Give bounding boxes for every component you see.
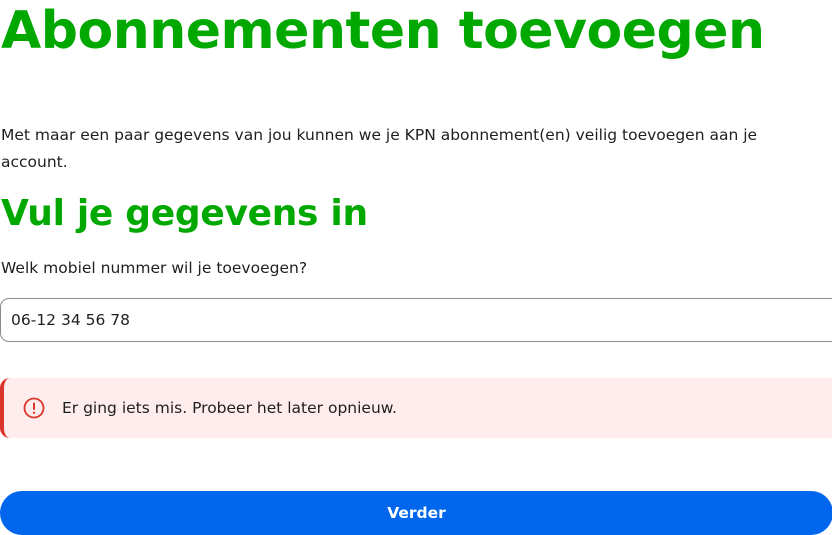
next-button[interactable]: Verder bbox=[0, 491, 832, 535]
error-circle-icon bbox=[23, 397, 45, 419]
phone-field-label: Welk mobiel nummer wil je toevoegen? bbox=[1, 259, 308, 277]
error-message: Er ging iets mis. Probeer het later opni… bbox=[62, 399, 397, 417]
add-subscriptions-page: Abonnementen toevoegen Met maar een paar… bbox=[0, 0, 832, 535]
error-alert: Er ging iets mis. Probeer het later opni… bbox=[0, 378, 832, 438]
page-title: Abonnementen toevoegen bbox=[1, 1, 765, 61]
section-title: Vul je gegevens in bbox=[1, 193, 368, 234]
intro-text: Met maar een paar gegevens van jou kunne… bbox=[1, 126, 758, 171]
phone-number-input[interactable] bbox=[0, 298, 832, 342]
